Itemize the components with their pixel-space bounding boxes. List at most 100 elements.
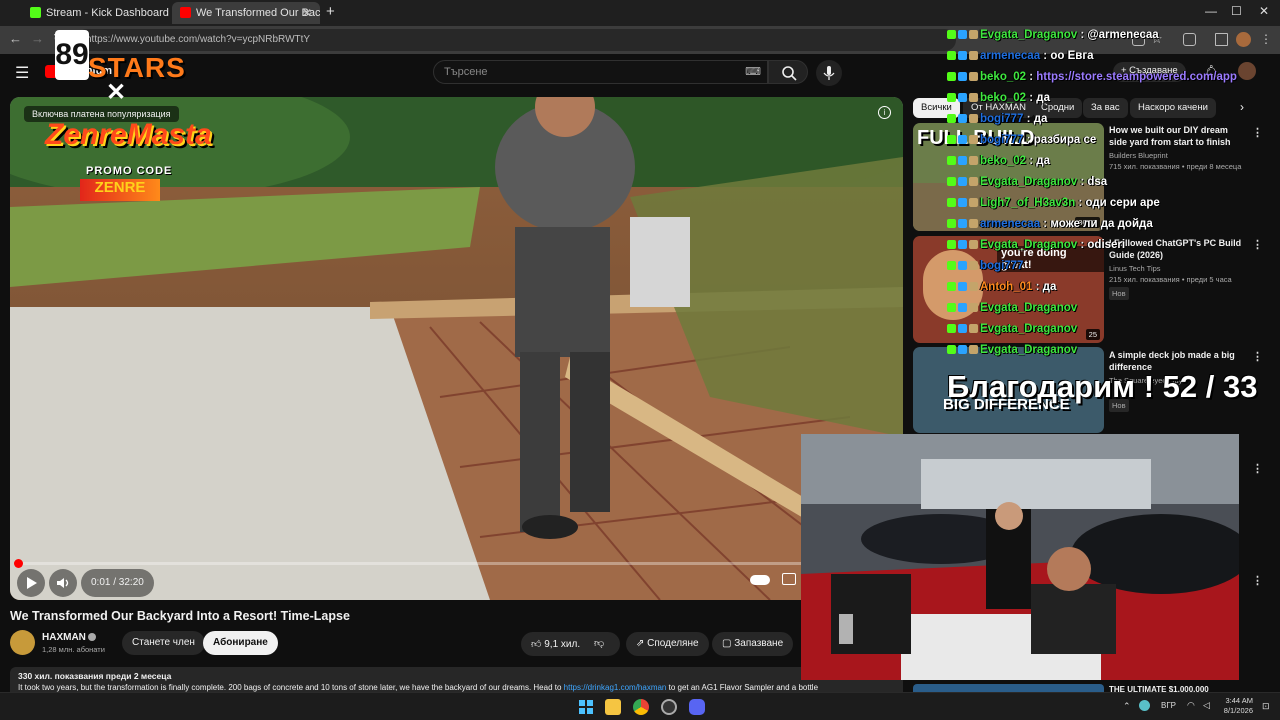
filter-label: Наскоро качени xyxy=(1138,102,1208,113)
search-placeholder: Търсене xyxy=(444,66,488,78)
notifications-icon[interactable]: ⊡ xyxy=(1262,701,1270,712)
tab-kick-dashboard[interactable]: Stream - Kick Dashboard ✕ xyxy=(22,2,194,24)
clock-time[interactable]: 3:44 AM xyxy=(1225,696,1253,705)
chat-username: bogi777 xyxy=(980,134,1024,146)
microphone-icon xyxy=(823,66,835,80)
forward-arrow-icon[interactable]: → xyxy=(31,31,44,46)
webcam-frame xyxy=(801,434,1239,680)
save-button[interactable]: ▢ Запазване xyxy=(712,632,794,656)
more-options-icon[interactable]: ⋮ xyxy=(1252,350,1263,363)
windows-start-icon[interactable] xyxy=(578,699,594,715)
filter-chip-recent[interactable]: Наскоро качени xyxy=(1130,98,1216,118)
voice-search-button[interactable] xyxy=(816,60,842,86)
rec-title[interactable]: I Followed ChatGPT's PC Build Guide (202… xyxy=(1109,237,1244,261)
join-button[interactable]: Станете член xyxy=(122,631,205,655)
emote-badge-icon xyxy=(969,135,978,144)
filter-chip-for-you[interactable]: За вас xyxy=(1083,98,1128,118)
autoplay-toggle[interactable] xyxy=(750,575,770,585)
chat-username: beko_02 xyxy=(980,92,1027,104)
volume-tray-icon[interactable]: ◁ xyxy=(1203,700,1210,711)
emote-badge-icon xyxy=(969,345,978,354)
subscriber-badge-icon xyxy=(958,261,967,270)
maximize-button[interactable]: ☐ xyxy=(1231,4,1242,18)
discord-icon[interactable] xyxy=(689,699,705,715)
subscribe-button[interactable]: Абониране xyxy=(203,631,278,655)
share-label: Споделяне xyxy=(647,638,699,649)
tray-app-icon[interactable] xyxy=(1139,700,1150,711)
channel-avatar[interactable] xyxy=(10,630,35,655)
kick-badge-icon xyxy=(947,324,956,333)
kick-badge-icon xyxy=(947,177,956,186)
sponsor-code: ZENRE xyxy=(80,179,160,201)
kick-badge-icon xyxy=(947,345,956,354)
subscriber-badge-icon xyxy=(958,51,967,60)
window-close-button[interactable]: ✕ xyxy=(1259,4,1269,18)
new-tab-button[interactable]: + xyxy=(326,3,335,20)
language-indicator[interactable]: ВГР xyxy=(1161,701,1176,710)
subscriber-badge-icon xyxy=(958,177,967,186)
hamburger-menu-icon[interactable]: ☰ xyxy=(15,63,29,83)
back-arrow-icon[interactable]: ← xyxy=(9,31,22,46)
info-icon[interactable]: i xyxy=(878,106,891,119)
close-tab-icon[interactable]: ✕ xyxy=(302,6,312,20)
kick-favicon-icon xyxy=(30,7,41,18)
profile-avatar-icon[interactable] xyxy=(1236,32,1251,47)
chat-separator: : xyxy=(1026,155,1037,167)
volume-icon xyxy=(57,578,69,588)
more-options-icon[interactable]: ⋮ xyxy=(1252,126,1263,139)
progress-track[interactable] xyxy=(18,562,895,565)
filter-label: За вас xyxy=(1091,102,1120,113)
search-input[interactable]: Търсене ⌨ xyxy=(433,60,768,84)
account-avatar[interactable] xyxy=(1238,62,1256,80)
chevron-right-icon[interactable]: › xyxy=(1240,100,1244,114)
verified-icon xyxy=(88,633,96,641)
rec-thumbnail[interactable] xyxy=(913,684,1104,692)
chat-message: bogi777 : разбира се xyxy=(947,134,1096,151)
subscriber-badge-icon xyxy=(958,219,967,228)
channel-name[interactable]: HAXMAN xyxy=(42,632,86,643)
file-explorer-icon[interactable] xyxy=(605,699,621,715)
more-options-icon[interactable]: ⋮ xyxy=(1252,574,1263,587)
new-badge: Нов xyxy=(1109,287,1129,300)
emote-badge-icon xyxy=(969,261,978,270)
minimize-button[interactable]: — xyxy=(1205,4,1217,18)
thumbs-down-icon[interactable]: 👎︎ xyxy=(594,637,604,649)
scrubber-handle[interactable] xyxy=(14,559,23,568)
wifi-icon[interactable]: ◠ xyxy=(1187,700,1195,711)
tray-chevron-icon[interactable]: ⌃ xyxy=(1123,701,1131,712)
description-box[interactable]: 330 хил. показвания преди 2 месеца It to… xyxy=(10,667,903,692)
more-options-icon[interactable]: ⋮ xyxy=(1252,462,1263,475)
emote-badge-icon xyxy=(969,114,978,123)
url-text: https://www.youtube.com/watch?v=ycpNRbRW… xyxy=(86,34,311,45)
subtitles-icon[interactable] xyxy=(782,573,796,585)
chat-username: Evgata_Draganov xyxy=(980,176,1078,188)
subscriber-badge-icon xyxy=(958,135,967,144)
chat-username: beko_02 xyxy=(980,155,1027,167)
subscriber-badge-icon xyxy=(958,282,967,291)
search-button[interactable] xyxy=(768,60,808,84)
subscriber-badge-icon xyxy=(958,198,967,207)
description-link[interactable]: https://drinkag1.com/haxman xyxy=(564,683,667,692)
rec-title[interactable]: How we built our DIY dream side yard fro… xyxy=(1109,124,1244,148)
extensions-icon[interactable] xyxy=(1183,33,1196,46)
volume-button[interactable] xyxy=(49,569,77,597)
kick-badge-icon xyxy=(947,303,956,312)
chat-username: Evgata_Draganov xyxy=(980,323,1078,335)
more-options-icon[interactable]: ⋮ xyxy=(1252,238,1263,251)
reading-list-icon[interactable] xyxy=(1215,33,1228,46)
thumbs-up-icon: 👍︎ xyxy=(531,639,542,650)
chrome-icon[interactable] xyxy=(633,699,649,715)
clock-date[interactable]: 8/1/2026 xyxy=(1222,706,1253,715)
share-button[interactable]: ⇗ Споделяне xyxy=(626,632,709,656)
like-button[interactable]: 👍︎ 9,1 хил. 👎︎ xyxy=(521,632,620,656)
chat-text: odiseri xyxy=(1087,239,1126,251)
youtube-favicon-icon xyxy=(180,7,191,18)
browser-menu-icon[interactable]: ⋮ xyxy=(1260,32,1272,46)
tab-label: Stream - Kick Dashboard xyxy=(46,7,169,19)
keyboard-icon[interactable]: ⌨ xyxy=(745,65,761,78)
obs-icon[interactable] xyxy=(661,699,677,715)
chat-username: armenecaa xyxy=(980,50,1041,62)
url-bar[interactable]: https://www.youtube.com/watch?v=ycpNRbRW… xyxy=(76,29,956,51)
play-button[interactable] xyxy=(17,569,45,597)
tab-youtube-video[interactable]: We Transformed Our Backyard ✕ xyxy=(172,2,320,24)
